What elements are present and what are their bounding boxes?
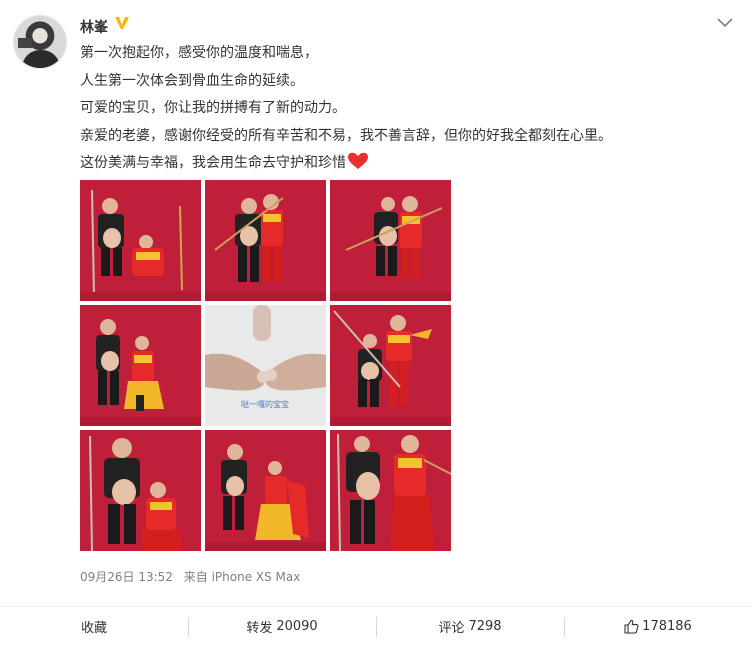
photo-thumbnail[interactable] [330,430,451,551]
photo-thumbnail[interactable]: 哒一嘎的宝宝 [205,305,326,426]
like-button[interactable]: 178186 [564,607,752,647]
like-icon [624,619,639,634]
chevron-down-icon[interactable] [716,17,734,29]
like-count: 178186 [642,619,692,634]
photo-thumbnail[interactable] [80,305,201,426]
comment-count: 7298 [468,619,502,634]
post-line: 这份美满与幸福，我会用生命去守护和珍惜 [80,150,720,178]
post-line: 可爱的宝贝，你让我的拼搏有了新的动力。 [80,100,346,116]
heart-icon [348,152,368,169]
photo-caption: 哒一嘎的宝宝 [241,399,289,409]
post-timestamp[interactable]: 09月26日 13:52 [80,570,173,584]
photo-thumbnail[interactable] [205,180,326,301]
photo-thumbnail[interactable] [330,305,451,426]
avatar-figure [22,50,60,68]
post-source[interactable]: 来自 iPhone XS Max [184,570,301,584]
verified-icon [115,17,129,29]
post-text: 第一次抱起你，感受你的温度和喘息， 人生第一次体会到骨血生命的延续。 可爱的宝贝… [80,40,720,178]
comment-label: 评论 [438,621,465,636]
avatar-mark [18,38,32,48]
author-name[interactable]: 林峯 [80,17,108,37]
photo-gallery: 哒一嘎的宝宝 [80,180,452,552]
weibo-post-card: 林峯 第一次抱起你，感受你的温度和喘息， 人生第一次体会到骨血生命的延续。 可爱… [0,0,752,646]
photo-thumbnail[interactable] [80,180,201,301]
avatar[interactable] [13,15,67,69]
repost-label: 转发 [246,621,273,636]
photo-thumbnail[interactable] [80,430,201,551]
favorite-label: 收藏 [80,621,107,636]
repost-button[interactable]: 转发 20090 [188,607,376,647]
post-line-text: 这份美满与幸福，我会用生命去守护和珍惜 [80,155,346,171]
post-line: 第一次抱起你，感受你的温度和喘息， [80,45,318,61]
photo-thumbnail[interactable] [330,180,451,301]
comment-button[interactable]: 评论 7298 [376,607,564,647]
favorite-button[interactable]: 收藏 [0,607,188,647]
post-line: 人生第一次体会到骨血生命的延续。 [80,72,304,89]
post-meta: 09月26日 13:52 来自 iPhone XS Max [80,568,300,585]
repost-count: 20090 [276,619,318,634]
photo-thumbnail[interactable] [205,430,326,551]
action-bar: 收藏 转发 20090 评论 7298 178186 [0,606,752,646]
post-line: 亲爱的老婆，感谢你经受的所有辛苦和不易，我不善言辞，但你的好我全都刻在心里。 [80,127,612,144]
